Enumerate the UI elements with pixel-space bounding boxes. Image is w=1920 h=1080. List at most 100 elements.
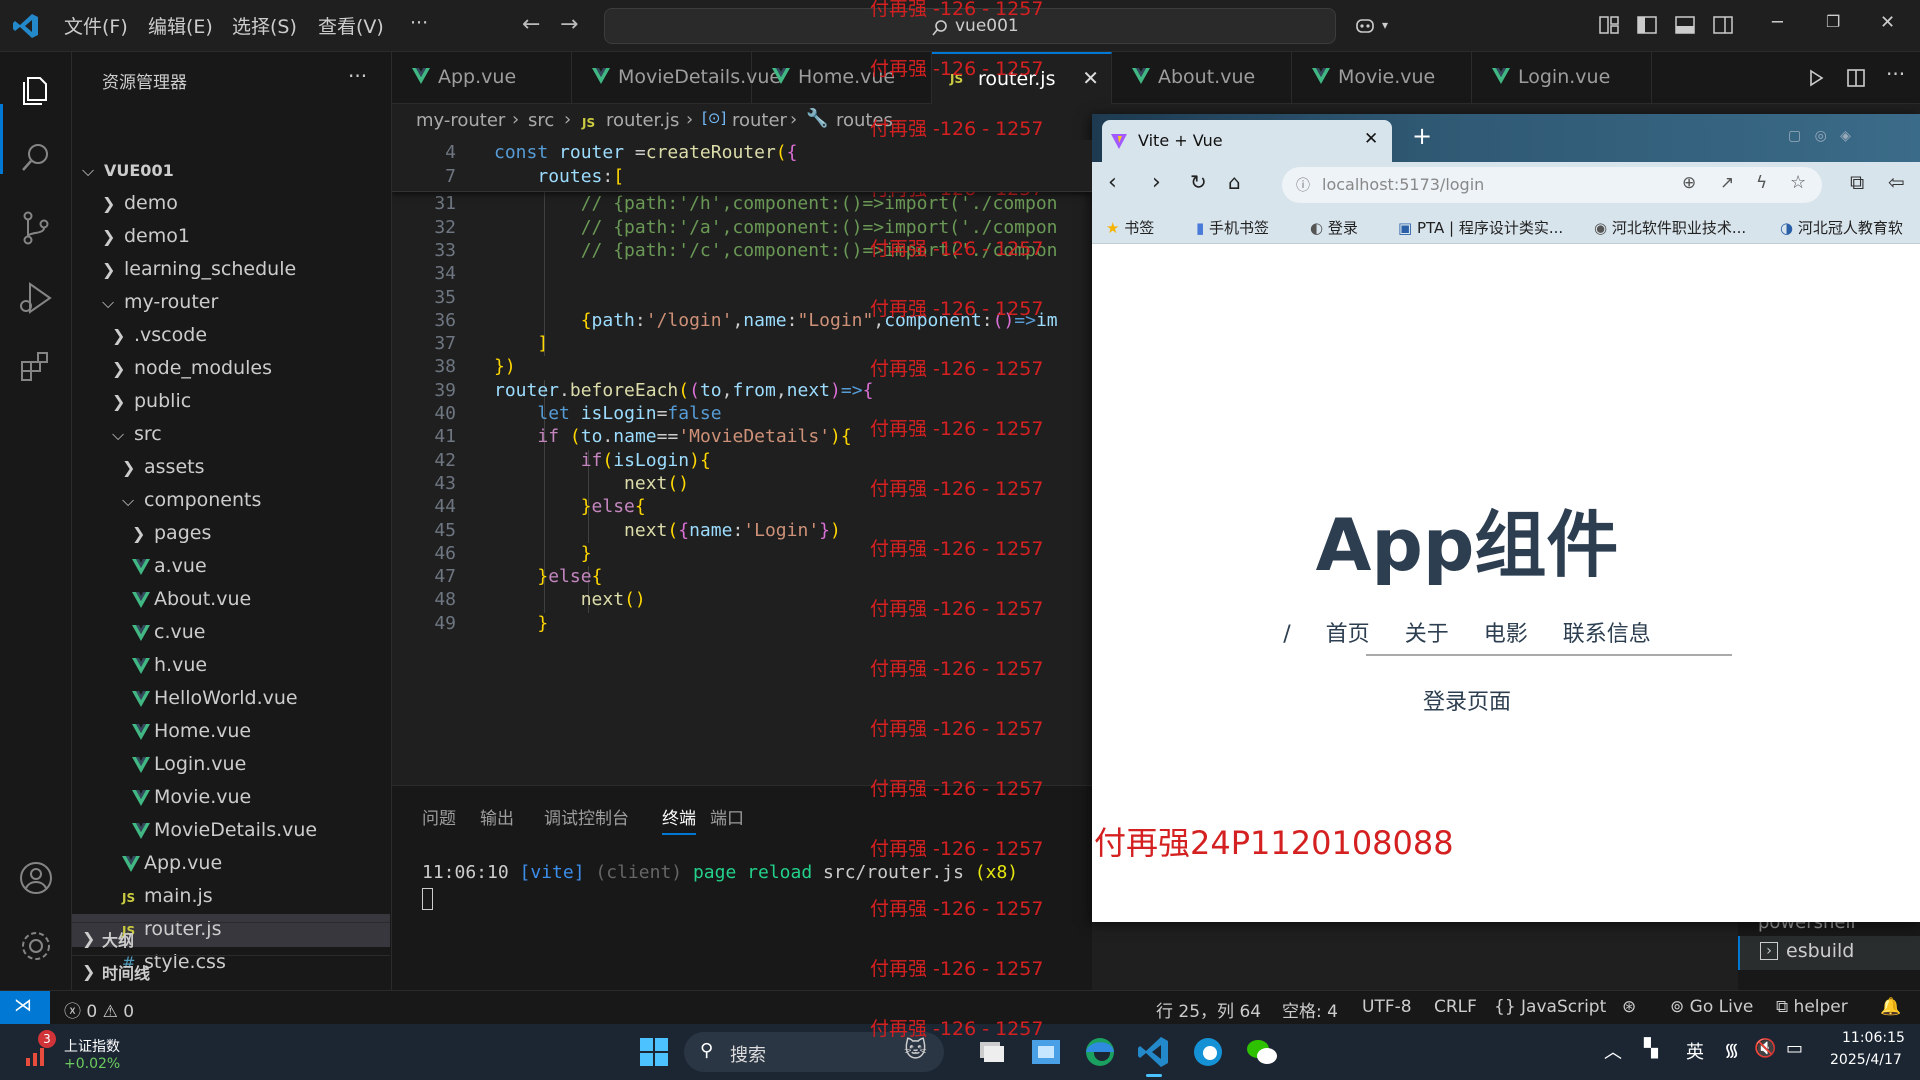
breadcrumb-property[interactable]: routes: [836, 110, 893, 131]
helper-button[interactable]: ⧉ helper: [1776, 997, 1848, 1017]
wifi-icon[interactable]: ᯾: [1724, 1038, 1739, 1062]
code-line[interactable]: // {path:'/h',component:()=>import('./co…: [494, 193, 1058, 214]
nav-link-contact[interactable]: 联系信息: [1563, 622, 1651, 647]
new-tab-icon[interactable]: +: [1412, 122, 1432, 150]
volume-muted-icon[interactable]: 🔇: [1754, 1038, 1776, 1059]
tab-close-icon[interactable]: ✕: [1364, 129, 1378, 149]
nav-link-home[interactable]: 首页: [1326, 622, 1370, 647]
nav-link-movie[interactable]: 电影: [1484, 622, 1528, 647]
code-line[interactable]: next({name:'Login'}): [494, 520, 841, 541]
tree-item-assets[interactable]: ❯ assets: [72, 452, 390, 485]
tree-item-login-vue[interactable]: Login.vue: [72, 749, 390, 782]
menu-view[interactable]: 查看(V): [318, 12, 384, 39]
tree-item-src[interactable]: ⌵ src: [72, 419, 390, 452]
code-line[interactable]: next(): [494, 473, 689, 494]
tree-item-about-vue[interactable]: About.vue: [72, 584, 390, 617]
window-control-icons[interactable]: ▢ ◎ ◈: [1788, 128, 1851, 144]
code-line[interactable]: router.beforeEach((to,from,next)=>{: [494, 380, 873, 401]
tree-item-public[interactable]: ❯ public: [72, 386, 390, 419]
tree-item-components[interactable]: ⌵ components: [72, 485, 390, 518]
code-line[interactable]: // {path:'/c',component:()=>import('./co…: [494, 240, 1058, 261]
bookmark-item[interactable]: ★ 书签: [1106, 217, 1154, 238]
tab-movie-vue[interactable]: Movie.vue: [1292, 52, 1472, 104]
code-line[interactable]: }else{: [494, 496, 646, 517]
terminal-item-esbuild[interactable]: › esbuild: [1738, 936, 1920, 970]
panel-tab-3[interactable]: 终端: [662, 804, 696, 835]
tree-item-vue001[interactable]: ⌵ VUE001: [72, 155, 390, 188]
battery-icon[interactable]: ▭: [1786, 1038, 1803, 1059]
problems-status[interactable]: ⓧ 0 ⚠ 0: [64, 997, 134, 1022]
indentation[interactable]: 空格: 4: [1282, 997, 1338, 1022]
tree-item-h-vue[interactable]: h.vue: [72, 650, 390, 683]
breadcrumb-folder[interactable]: my-router: [416, 110, 505, 131]
bookmark-item[interactable]: ◑ 河北冠人教育软: [1780, 217, 1903, 238]
ime-indicator[interactable]: 英: [1686, 1038, 1704, 1064]
bookmark-item[interactable]: ◐ 登录: [1310, 217, 1358, 238]
tree-item-movie-vue[interactable]: Movie.vue: [72, 782, 390, 815]
source-control-icon[interactable]: [16, 208, 56, 248]
code-line[interactable]: // {path:'/a',component:()=>import('./co…: [494, 217, 1058, 238]
tree-item-home-vue[interactable]: Home.vue: [72, 716, 390, 749]
customize-layout-icon[interactable]: [1598, 14, 1620, 36]
close-tab-icon[interactable]: ✕: [1082, 66, 1099, 90]
code-line[interactable]: }): [494, 356, 516, 377]
outline-section[interactable]: ❯ 大纲: [72, 922, 390, 955]
menu-selection[interactable]: 选择(S): [232, 12, 297, 39]
terminal-output[interactable]: 11:06:10 [vite] (client) page reload src…: [422, 862, 1018, 883]
task-view-icon[interactable]: [974, 1034, 1010, 1070]
breadcrumb-symbol[interactable]: router: [732, 110, 787, 131]
tab-router-js[interactable]: JS router.js ✕: [932, 52, 1112, 104]
explorer-more-icon[interactable]: ···: [348, 64, 367, 88]
code-line[interactable]: if(isLogin){: [494, 450, 711, 471]
edge-browser-icon[interactable]: [1082, 1034, 1118, 1070]
wechat-icon[interactable]: [1244, 1034, 1280, 1070]
tree-item-helloworld-vue[interactable]: HelloWorld.vue: [72, 683, 390, 716]
timeline-section[interactable]: ❯ 时间线: [72, 955, 390, 988]
tree-item--vscode[interactable]: ❯ .vscode: [72, 320, 390, 353]
tray-chevron-up-icon[interactable]: ︿: [1604, 1038, 1622, 1064]
code-line[interactable]: if (to.name=='MovieDetails'){: [494, 426, 851, 447]
accounts-icon[interactable]: [16, 858, 56, 898]
clock-time[interactable]: 11:06:15: [1842, 1030, 1905, 1046]
code-editor[interactable]: 4 const router =createRouter({7 routes:[ …: [392, 140, 1092, 785]
code-line[interactable]: ]: [494, 333, 548, 354]
stock-widget[interactable]: 3 上证指数 +0.02%: [20, 1030, 140, 1076]
code-line[interactable]: {path:'/login',name:"Login",component:()…: [494, 310, 1058, 331]
panel-tab-2[interactable]: 调试控制台: [544, 804, 629, 829]
bookmark-item[interactable]: ◉ 河北软件职业技术...: [1594, 217, 1746, 238]
tab-home-vue[interactable]: Home.vue: [752, 52, 932, 104]
extensions-icon[interactable]: [16, 348, 56, 388]
panel-tab-4[interactable]: 端口: [710, 804, 744, 829]
tree-item-demo[interactable]: ❯ demo: [72, 188, 390, 221]
share-icon[interactable]: ↗: [1720, 173, 1734, 193]
maximize-icon[interactable]: ❐: [1826, 12, 1840, 31]
taskbar-search[interactable]: ⚲ 搜索 🐱: [684, 1032, 944, 1072]
vscode-taskbar-icon[interactable]: [1136, 1034, 1172, 1070]
tree-item-learning-schedule[interactable]: ❯ learning_schedule: [72, 254, 390, 287]
tree-item-moviedetails-vue[interactable]: MovieDetails.vue: [72, 815, 390, 848]
bolt-icon[interactable]: ϟ: [1756, 173, 1767, 193]
zoom-icon[interactable]: ⊕: [1682, 173, 1696, 193]
encoding[interactable]: UTF-8: [1362, 997, 1412, 1017]
tree-item-node-modules[interactable]: ❯ node_modules: [72, 353, 390, 386]
code-line[interactable]: }else{: [494, 566, 602, 587]
run-debug-icon[interactable]: [16, 278, 56, 318]
app-store-icon[interactable]: [1028, 1034, 1064, 1070]
copilot-status-icon[interactable]: ⊛: [1622, 997, 1636, 1017]
language-mode[interactable]: {} JavaScript: [1494, 997, 1606, 1017]
minimize-icon[interactable]: ─: [1772, 12, 1783, 33]
toggle-secondary-sidebar-icon[interactable]: [1712, 14, 1734, 36]
reload-icon[interactable]: ↻: [1190, 170, 1207, 194]
code-line[interactable]: }: [494, 543, 592, 564]
editor-more-icon[interactable]: ···: [1886, 62, 1905, 86]
remote-button[interactable]: ⋊: [0, 991, 50, 1025]
panel-tab-1[interactable]: 输出: [480, 804, 514, 829]
command-center-search[interactable]: vue001: [604, 8, 1336, 44]
browser-forward-icon[interactable]: ›: [1152, 170, 1161, 195]
menu-file[interactable]: 文件(F): [64, 12, 128, 39]
back-arrow-icon[interactable]: ←: [522, 12, 540, 37]
code-line[interactable]: }: [494, 613, 548, 634]
tab-about-vue[interactable]: About.vue: [1112, 52, 1292, 104]
windows-start-icon[interactable]: [636, 1034, 672, 1070]
explorer-icon[interactable]: [16, 70, 56, 110]
